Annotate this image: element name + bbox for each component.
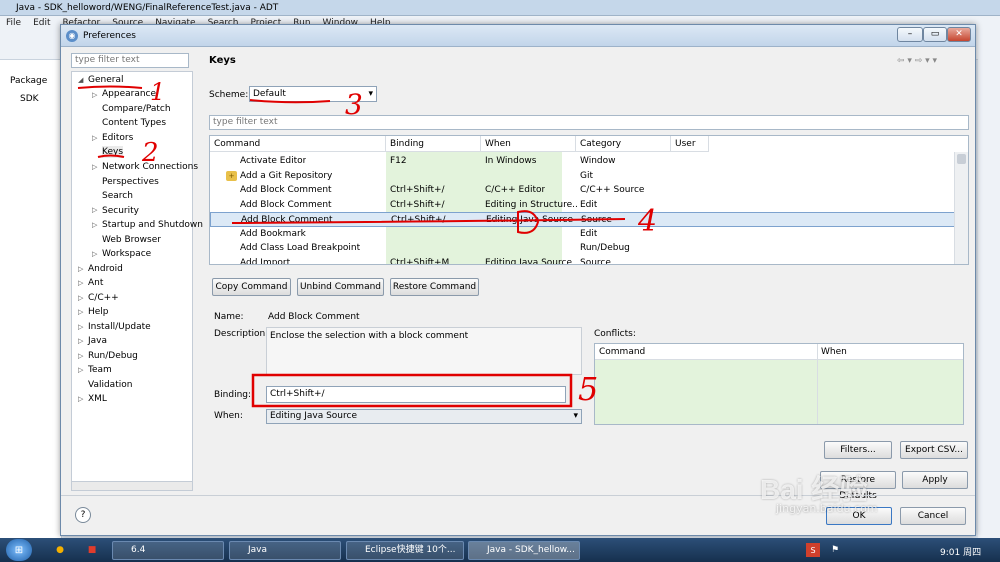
taskbar-item-browser[interactable]: Eclipse快捷键 10个... <box>346 541 464 560</box>
annotation-2: 2 <box>142 138 159 168</box>
annotation-3: 3 <box>345 88 363 121</box>
app-icon[interactable]: ■ <box>84 542 100 558</box>
start-button[interactable]: ⊞ <box>6 539 32 561</box>
qq-icon[interactable]: ● <box>52 542 68 558</box>
taskbar-item-java-folder[interactable]: Java <box>229 541 341 560</box>
annotation-4: 4 <box>638 204 658 239</box>
taskbar-item-eclipse[interactable]: Java - SDK_hellow... <box>468 541 580 560</box>
tray-s-icon[interactable]: S <box>806 543 820 557</box>
annotation-1: 1 <box>150 78 166 106</box>
taskbar-item-folder-6-4[interactable]: 6.4 <box>112 541 224 560</box>
tray-icons[interactable]: ⚑ <box>828 543 842 557</box>
watermark-url: jingyan.baidu.com <box>776 502 878 515</box>
annotation-5: 5 <box>578 370 599 408</box>
clock[interactable]: 9:01 周四 <box>940 545 981 558</box>
